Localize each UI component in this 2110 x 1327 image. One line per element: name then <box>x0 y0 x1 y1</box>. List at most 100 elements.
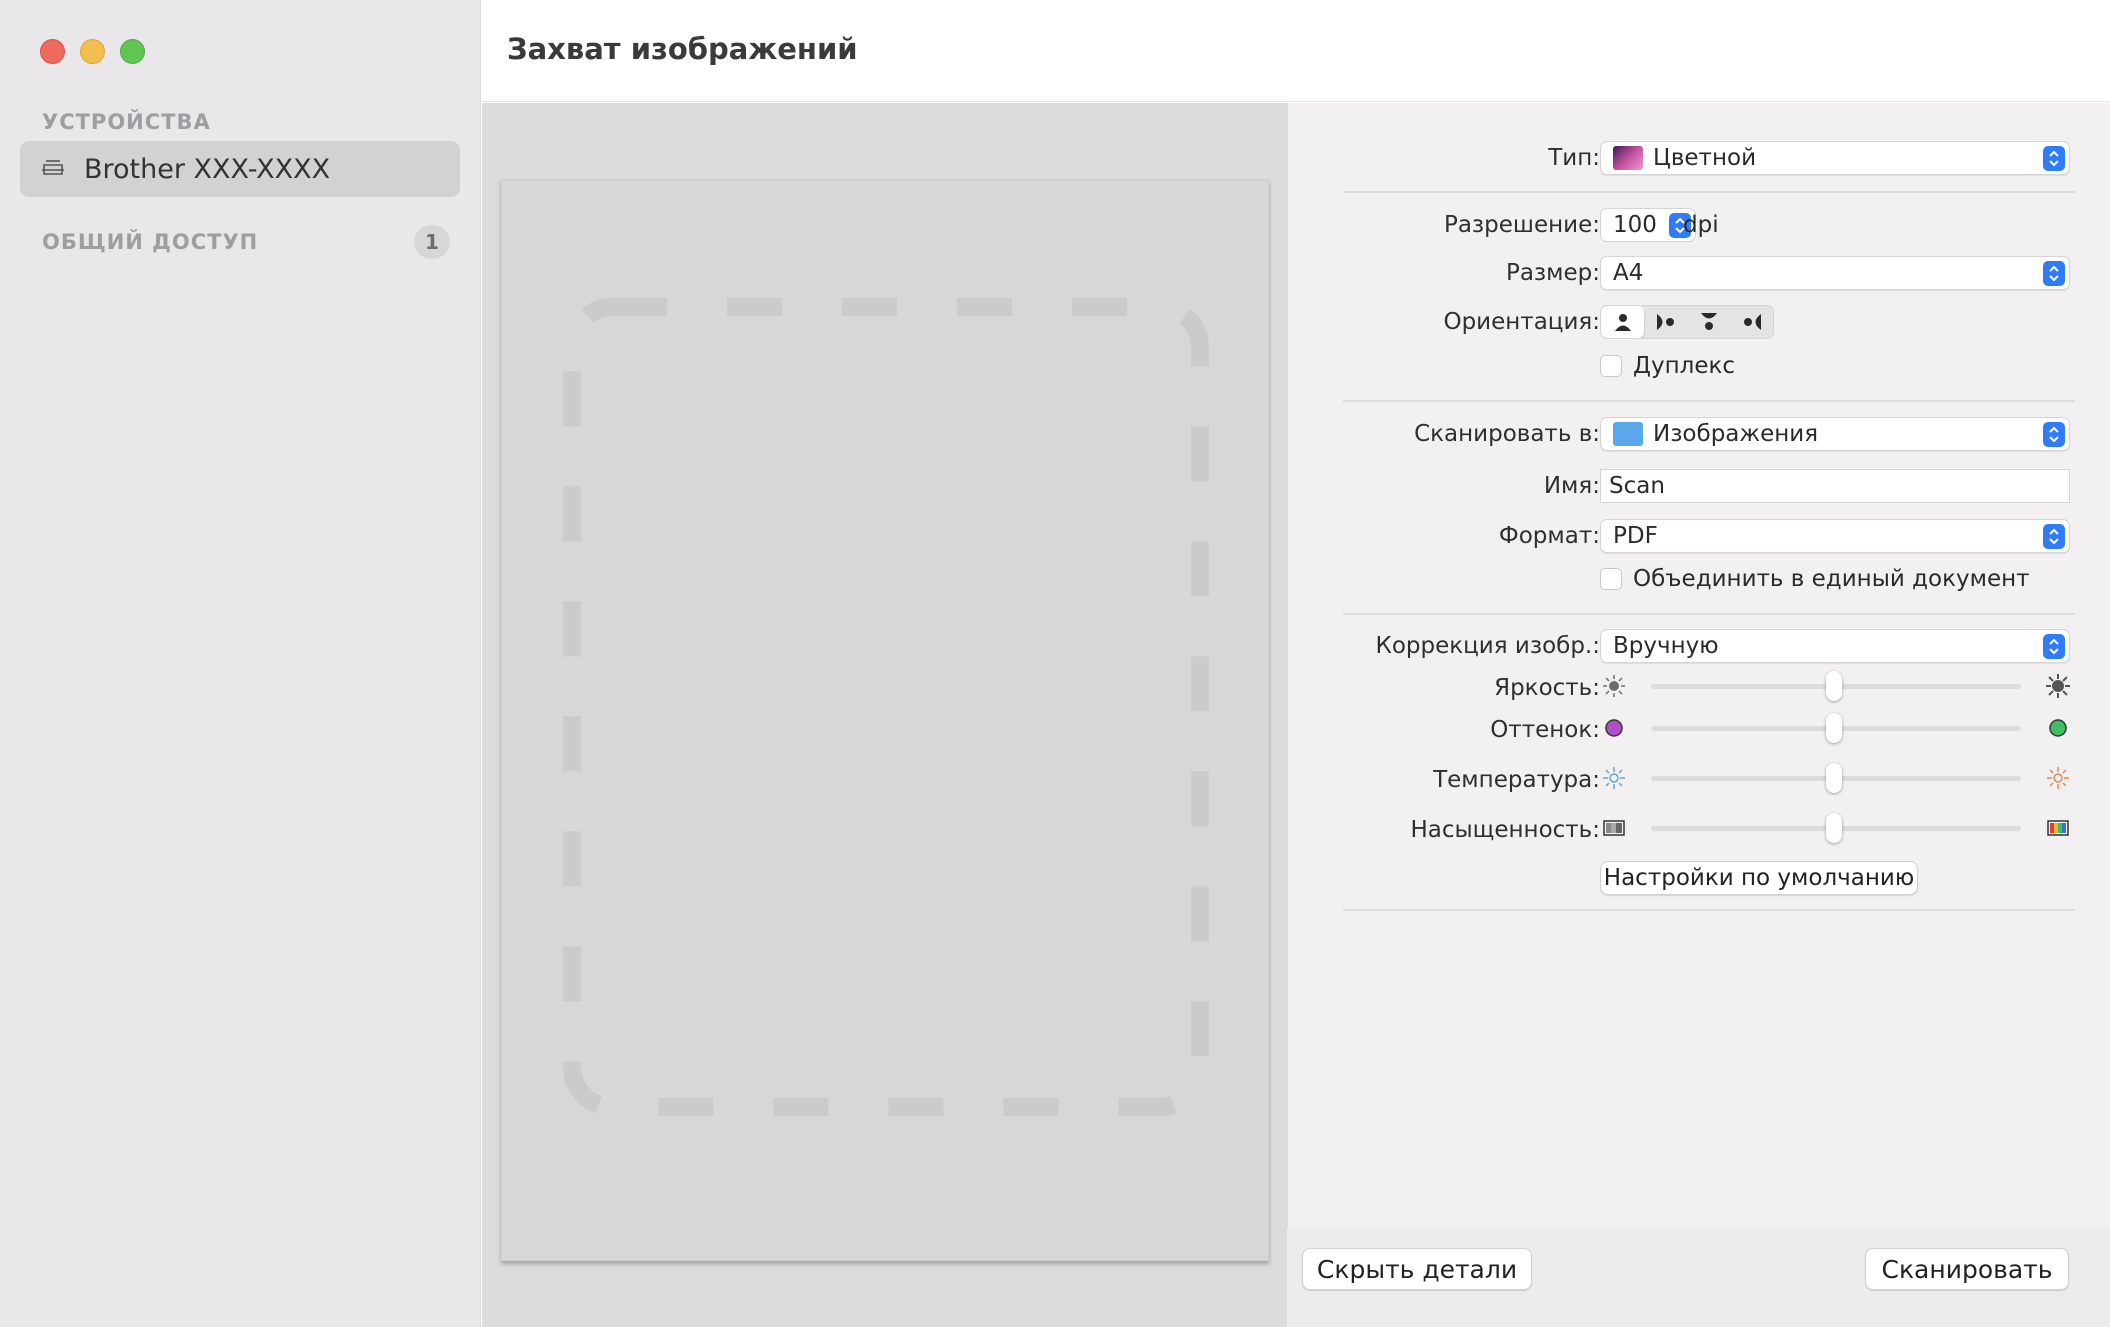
scan-to-select[interactable]: Изображения <box>1600 417 2070 451</box>
sidebar-item-device[interactable]: Brother XXX-XXXX <box>20 141 460 197</box>
cool-sun-icon <box>1603 767 1625 789</box>
type-label: Тип: <box>1548 145 1600 171</box>
chevron-updown-icon <box>2043 524 2065 549</box>
temperature-row: Температура: <box>1288 763 2110 799</box>
duplex-checkbox[interactable]: Дуплекс <box>1600 353 1735 379</box>
combine-checkbox[interactable]: Объединить в единый документ <box>1600 566 2030 592</box>
landscape-left-icon <box>1656 314 1674 330</box>
settings-panel: Тип: Цветной Разрешение: 100 dpi Размер:… <box>1287 103 2110 1228</box>
sidebar: УСТРОЙСТВА Brother XXX-XXXX ОБЩИЙ ДОСТУП… <box>0 0 481 1327</box>
resolution-row: Разрешение: 100 dpi <box>1288 208 2110 244</box>
scanner-icon <box>42 160 64 175</box>
orientation-row: Ориентация: <box>1288 305 2110 341</box>
upside-down-icon <box>1700 313 1717 330</box>
separator <box>1343 613 2075 615</box>
scan-region-outline <box>563 298 1209 1116</box>
close-window-button[interactable] <box>40 39 65 64</box>
portrait-icon <box>1614 314 1631 331</box>
combine-checkbox-box[interactable] <box>1600 568 1622 590</box>
temperature-knob[interactable] <box>1826 763 1842 793</box>
orientation-upside-down-button[interactable] <box>1687 306 1730 338</box>
orientation-label: Ориентация: <box>1443 309 1600 335</box>
green-dot-icon <box>2049 719 2067 737</box>
saturation-knob[interactable] <box>1826 813 1842 843</box>
correction-row: Коррекция изобр.: Вручную <box>1288 629 2110 665</box>
type-value: Цветной <box>1653 145 1757 171</box>
size-value: A4 <box>1613 260 1644 286</box>
orientation-landscape-left-button[interactable] <box>1644 306 1687 338</box>
defaults-button[interactable]: Настройки по умолчанию <box>1600 861 1918 895</box>
correction-value: Вручную <box>1613 633 1719 659</box>
brightness-low-icon <box>1603 675 1625 697</box>
duplex-row: Дуплекс <box>1288 353 2110 389</box>
separator <box>1343 400 2075 402</box>
saturation-row: Насыщенность: <box>1288 813 2110 849</box>
type-row: Тип: Цветной <box>1288 141 2110 177</box>
format-select[interactable]: PDF <box>1600 519 2070 553</box>
separator <box>1343 909 2075 911</box>
warm-sun-icon <box>2047 767 2069 789</box>
format-row: Формат: PDF <box>1288 519 2110 555</box>
brightness-slider[interactable] <box>1600 671 2070 701</box>
scan-to-value: Изображения <box>1653 421 1819 447</box>
temperature-label: Температура: <box>1433 767 1600 793</box>
saturation-slider[interactable] <box>1600 813 2070 843</box>
tint-slider[interactable] <box>1600 713 2070 743</box>
image-capture-window: УСТРОЙСТВА Brother XXX-XXXX ОБЩИЙ ДОСТУП… <box>0 0 2110 1327</box>
duplex-label: Дуплекс <box>1633 353 1736 379</box>
size-select[interactable]: A4 <box>1600 256 2070 290</box>
brightness-label: Яркость: <box>1494 675 1600 701</box>
window-controls <box>40 39 145 64</box>
scan-to-label: Сканировать в: <box>1414 421 1600 447</box>
separator <box>1343 191 2075 193</box>
name-label: Имя: <box>1543 473 1600 499</box>
devices-header: УСТРОЙСТВА <box>42 110 211 134</box>
chevron-updown-icon <box>2043 422 2065 447</box>
shared-count-badge: 1 <box>414 225 450 259</box>
format-label: Формат: <box>1498 523 1600 549</box>
combine-label: Объединить в единый документ <box>1633 566 2030 592</box>
format-value: PDF <box>1613 523 1658 549</box>
orientation-portrait-button[interactable] <box>1601 306 1644 338</box>
brightness-row: Яркость: <box>1288 671 2110 707</box>
resolution-select[interactable]: 100 <box>1600 208 1696 242</box>
tint-knob[interactable] <box>1826 713 1842 743</box>
orientation-segmented-control[interactable] <box>1600 305 1774 339</box>
brightness-knob[interactable] <box>1826 671 1842 701</box>
orientation-landscape-right-button[interactable] <box>1730 306 1773 338</box>
chevron-updown-icon <box>2043 146 2065 171</box>
temperature-slider[interactable] <box>1600 763 2070 793</box>
color-photo-icon <box>1613 146 1643 170</box>
minimize-window-button[interactable] <box>80 39 105 64</box>
duplex-checkbox-box[interactable] <box>1600 355 1622 377</box>
resolution-value: 100 <box>1613 212 1657 238</box>
landscape-right-icon <box>1743 314 1761 330</box>
magenta-dot-icon <box>1605 719 1623 737</box>
scan-button[interactable]: Сканировать <box>1865 1248 2069 1290</box>
zoom-window-button[interactable] <box>120 39 145 64</box>
correction-select[interactable]: Вручную <box>1600 629 2070 663</box>
grayscale-icon <box>1603 820 1625 836</box>
preview-page <box>501 179 1269 1261</box>
combine-row: Объединить в единый документ <box>1288 566 2110 602</box>
footer-bar: Скрыть детали Сканировать <box>1287 1228 2110 1327</box>
chevron-updown-icon <box>2043 634 2065 659</box>
chevron-updown-icon <box>2043 261 2065 286</box>
tint-label: Оттенок: <box>1490 717 1600 743</box>
shared-header: ОБЩИЙ ДОСТУП <box>42 230 259 254</box>
hide-details-button[interactable]: Скрыть детали <box>1302 1248 1532 1290</box>
resolution-unit: dpi <box>1683 212 1719 238</box>
saturation-label: Насыщенность: <box>1410 817 1600 843</box>
brightness-high-icon <box>2046 674 2070 698</box>
title-bar: Захват изображений <box>482 0 2110 102</box>
tint-row: Оттенок: <box>1288 713 2110 749</box>
correction-label: Коррекция изобр.: <box>1375 633 1601 659</box>
resolution-label: Разрешение: <box>1443 212 1600 238</box>
window-title: Захват изображений <box>507 32 858 66</box>
color-bars-icon <box>2047 820 2069 836</box>
size-row: Размер: A4 <box>1288 256 2110 292</box>
scan-to-row: Сканировать в: Изображения <box>1288 417 2110 453</box>
scan-preview-area <box>482 103 1287 1327</box>
name-input[interactable]: Scan <box>1600 469 2070 503</box>
type-select[interactable]: Цветной <box>1600 141 2070 175</box>
